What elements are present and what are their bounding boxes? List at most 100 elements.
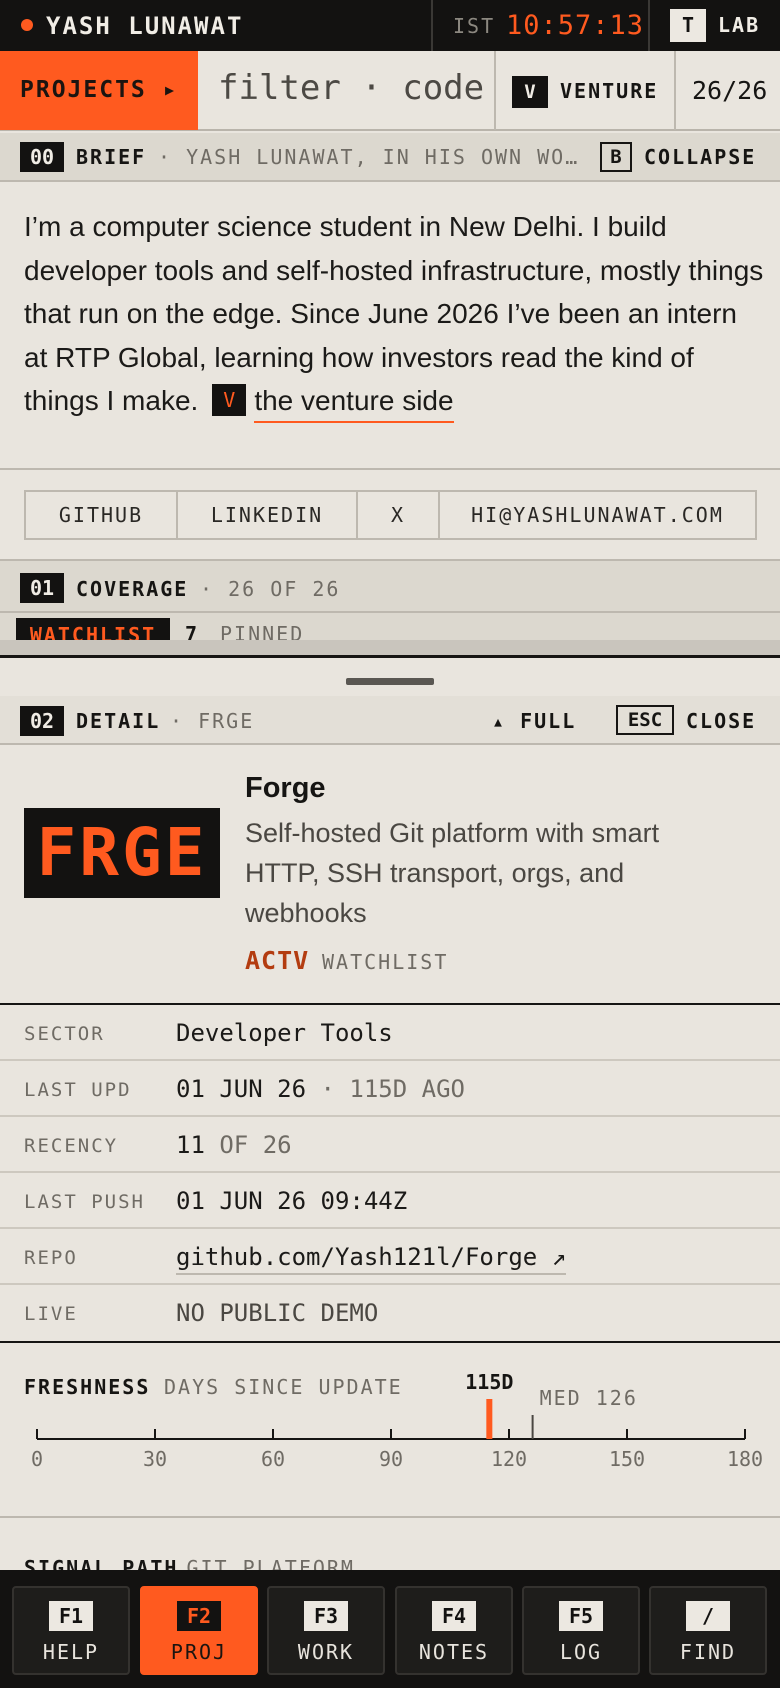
tick-label: 30 — [143, 1447, 167, 1471]
status-badge: ACTV — [245, 946, 310, 975]
key-cap: / — [686, 1601, 730, 1631]
linkedin-link[interactable]: LINKEDIN — [178, 492, 358, 538]
theme-toggle-label[interactable]: LAB — [718, 13, 760, 37]
bio-paragraph: I’m a computer science student in New De… — [24, 205, 764, 423]
status-dot-icon — [21, 19, 33, 31]
projects-button[interactable]: PROJECTS ▸ — [0, 51, 198, 130]
section-number: 02 — [20, 706, 64, 736]
brief-header[interactable]: 00 BRIEF · YASH LUNAWAT, IN HIS OWN WO… … — [0, 133, 780, 182]
email-link[interactable]: HI@YASHLUNAWAT.COM — [440, 492, 755, 538]
venture-toggle[interactable]: VENTURE — [560, 79, 658, 103]
key-cap: F1 — [49, 1601, 93, 1631]
project-count: 26/26 — [692, 76, 768, 105]
f5-log-button[interactable]: F5 LOG — [522, 1586, 640, 1675]
value-label: 115D — [465, 1370, 513, 1394]
recency-total: OF 26 — [219, 1131, 292, 1159]
section-subtitle: · FRGE — [170, 709, 255, 733]
divider — [431, 0, 433, 51]
repo-link[interactable]: github.com/Yash121l/Forge ↗ — [176, 1243, 567, 1275]
tick-label: 150 — [609, 1447, 645, 1471]
section-title: BRIEF — [76, 145, 147, 169]
field-key: SECTOR — [24, 1023, 105, 1045]
top-bar: YASH LUNAWAT IST 10:57:13 T LAB — [0, 0, 780, 51]
section-subtitle: · YASH LUNAWAT, IN HIS OWN WO… — [158, 145, 578, 169]
collapse-key[interactable]: B — [600, 142, 632, 172]
field-value: 01 JUN 26 · 115D AGO — [176, 1075, 465, 1103]
detail-header: 02 DETAIL · FRGE ▴ FULL ESC CLOSE — [0, 696, 780, 745]
esc-key[interactable]: ESC — [616, 705, 674, 735]
field-last-push: LAST PUSH 01 JUN 26 09:44Z — [0, 1173, 780, 1229]
venture-chip[interactable]: V — [212, 384, 247, 416]
recency-rank: 11 — [176, 1131, 205, 1159]
key-cap: F2 — [177, 1601, 221, 1631]
f3-work-button[interactable]: F3 WORK — [267, 1586, 385, 1675]
section-subtitle: · 26 OF 26 — [200, 577, 341, 601]
field-value: Developer Tools — [176, 1019, 393, 1047]
filter-input[interactable]: filter · code — [218, 68, 484, 108]
last-upd-ago: · 115D AGO — [320, 1075, 466, 1103]
sheet-shadow — [0, 640, 780, 655]
field-value: 01 JUN 26 09:44Z — [176, 1187, 408, 1215]
detail-sheet: 02 DETAIL · FRGE ▴ FULL ESC CLOSE FRGE F… — [0, 655, 780, 1580]
divider — [0, 468, 780, 470]
close-button[interactable]: CLOSE — [686, 709, 756, 733]
divider — [648, 0, 650, 51]
field-live: LIVE NO PUBLIC DEMO — [0, 1285, 780, 1341]
divider — [674, 51, 676, 130]
detail-fields: SECTOR Developer Tools LAST UPD 01 JUN 2… — [0, 1003, 780, 1343]
key-cap: F5 — [559, 1601, 603, 1631]
field-last-upd: LAST UPD 01 JUN 26 · 115D AGO — [0, 1061, 780, 1117]
last-upd-date: 01 JUN 26 — [176, 1075, 307, 1103]
field-key: LAST UPD — [24, 1079, 132, 1101]
field-key: RECENCY — [24, 1135, 119, 1157]
x-link[interactable]: X — [358, 492, 440, 538]
f4-notes-button[interactable]: F4 NOTES — [395, 1586, 513, 1675]
section-number: 01 — [20, 573, 64, 603]
key-label: NOTES — [418, 1640, 490, 1664]
field-key: LIVE — [24, 1303, 78, 1325]
tick-label: 90 — [379, 1447, 403, 1471]
freshness-axis: 0 30 60 90 120 150 180 MED 126 115D — [31, 1370, 763, 1471]
site-owner-name[interactable]: YASH LUNAWAT — [46, 12, 243, 40]
find-button[interactable]: / FIND — [649, 1586, 767, 1675]
coverage-header[interactable]: 01 COVERAGE · 26 OF 26 — [0, 559, 780, 613]
full-button[interactable]: ▴ FULL — [492, 709, 576, 733]
key-label: WORK — [297, 1640, 355, 1664]
section-title: COVERAGE — [76, 577, 189, 601]
field-value: NO PUBLIC DEMO — [176, 1299, 379, 1327]
field-key: LAST PUSH — [24, 1191, 145, 1213]
freshness-chart: FRESHNESS DAYS SINCE UPDATE 0 30 60 90 120 15… — [0, 1353, 780, 1518]
field-recency: RECENCY 11 OF 26 — [0, 1117, 780, 1173]
project-name: Forge — [245, 772, 326, 804]
key-label: HELP — [42, 1640, 100, 1664]
venture-side-link[interactable]: the venture side — [254, 385, 454, 423]
f1-help-button[interactable]: F1 HELP — [12, 1586, 130, 1675]
key-cap: F3 — [304, 1601, 348, 1631]
key-label: LOG — [559, 1640, 603, 1664]
drag-handle[interactable] — [346, 678, 434, 685]
watchlist-tag: WATCHLIST — [322, 950, 449, 974]
clock: 10:57:13 — [506, 10, 645, 41]
tick-label: 60 — [261, 1447, 285, 1471]
tick-label: 0 — [31, 1447, 43, 1471]
section-number: 00 — [20, 142, 64, 172]
theme-key[interactable]: T — [670, 9, 706, 42]
divider — [494, 51, 496, 130]
key-label: FIND — [679, 1640, 737, 1664]
section-title: DETAIL — [76, 709, 161, 733]
project-description: Self-hosted Git platform with smart HTTP… — [245, 818, 660, 928]
median-label: MED 126 — [540, 1386, 638, 1410]
social-links: GITHUB LINKEDIN X HI@YASHLUNAWAT.COM — [24, 490, 757, 540]
field-value: 11 OF 26 — [176, 1131, 292, 1159]
timezone-label: IST — [453, 14, 496, 38]
projects-bar: PROJECTS ▸ filter · code V VENTURE 26/26 — [0, 51, 780, 131]
field-sector: SECTOR Developer Tools — [0, 1005, 780, 1061]
f2-proj-button[interactable]: F2 PROJ — [140, 1586, 258, 1675]
field-key: REPO — [24, 1247, 78, 1269]
tick-label: 120 — [491, 1447, 527, 1471]
venture-key[interactable]: V — [512, 76, 548, 108]
tick-label: 180 — [727, 1447, 763, 1471]
key-label: PROJ — [170, 1640, 228, 1664]
github-link[interactable]: GITHUB — [26, 492, 178, 538]
collapse-button[interactable]: COLLAPSE — [644, 145, 756, 169]
